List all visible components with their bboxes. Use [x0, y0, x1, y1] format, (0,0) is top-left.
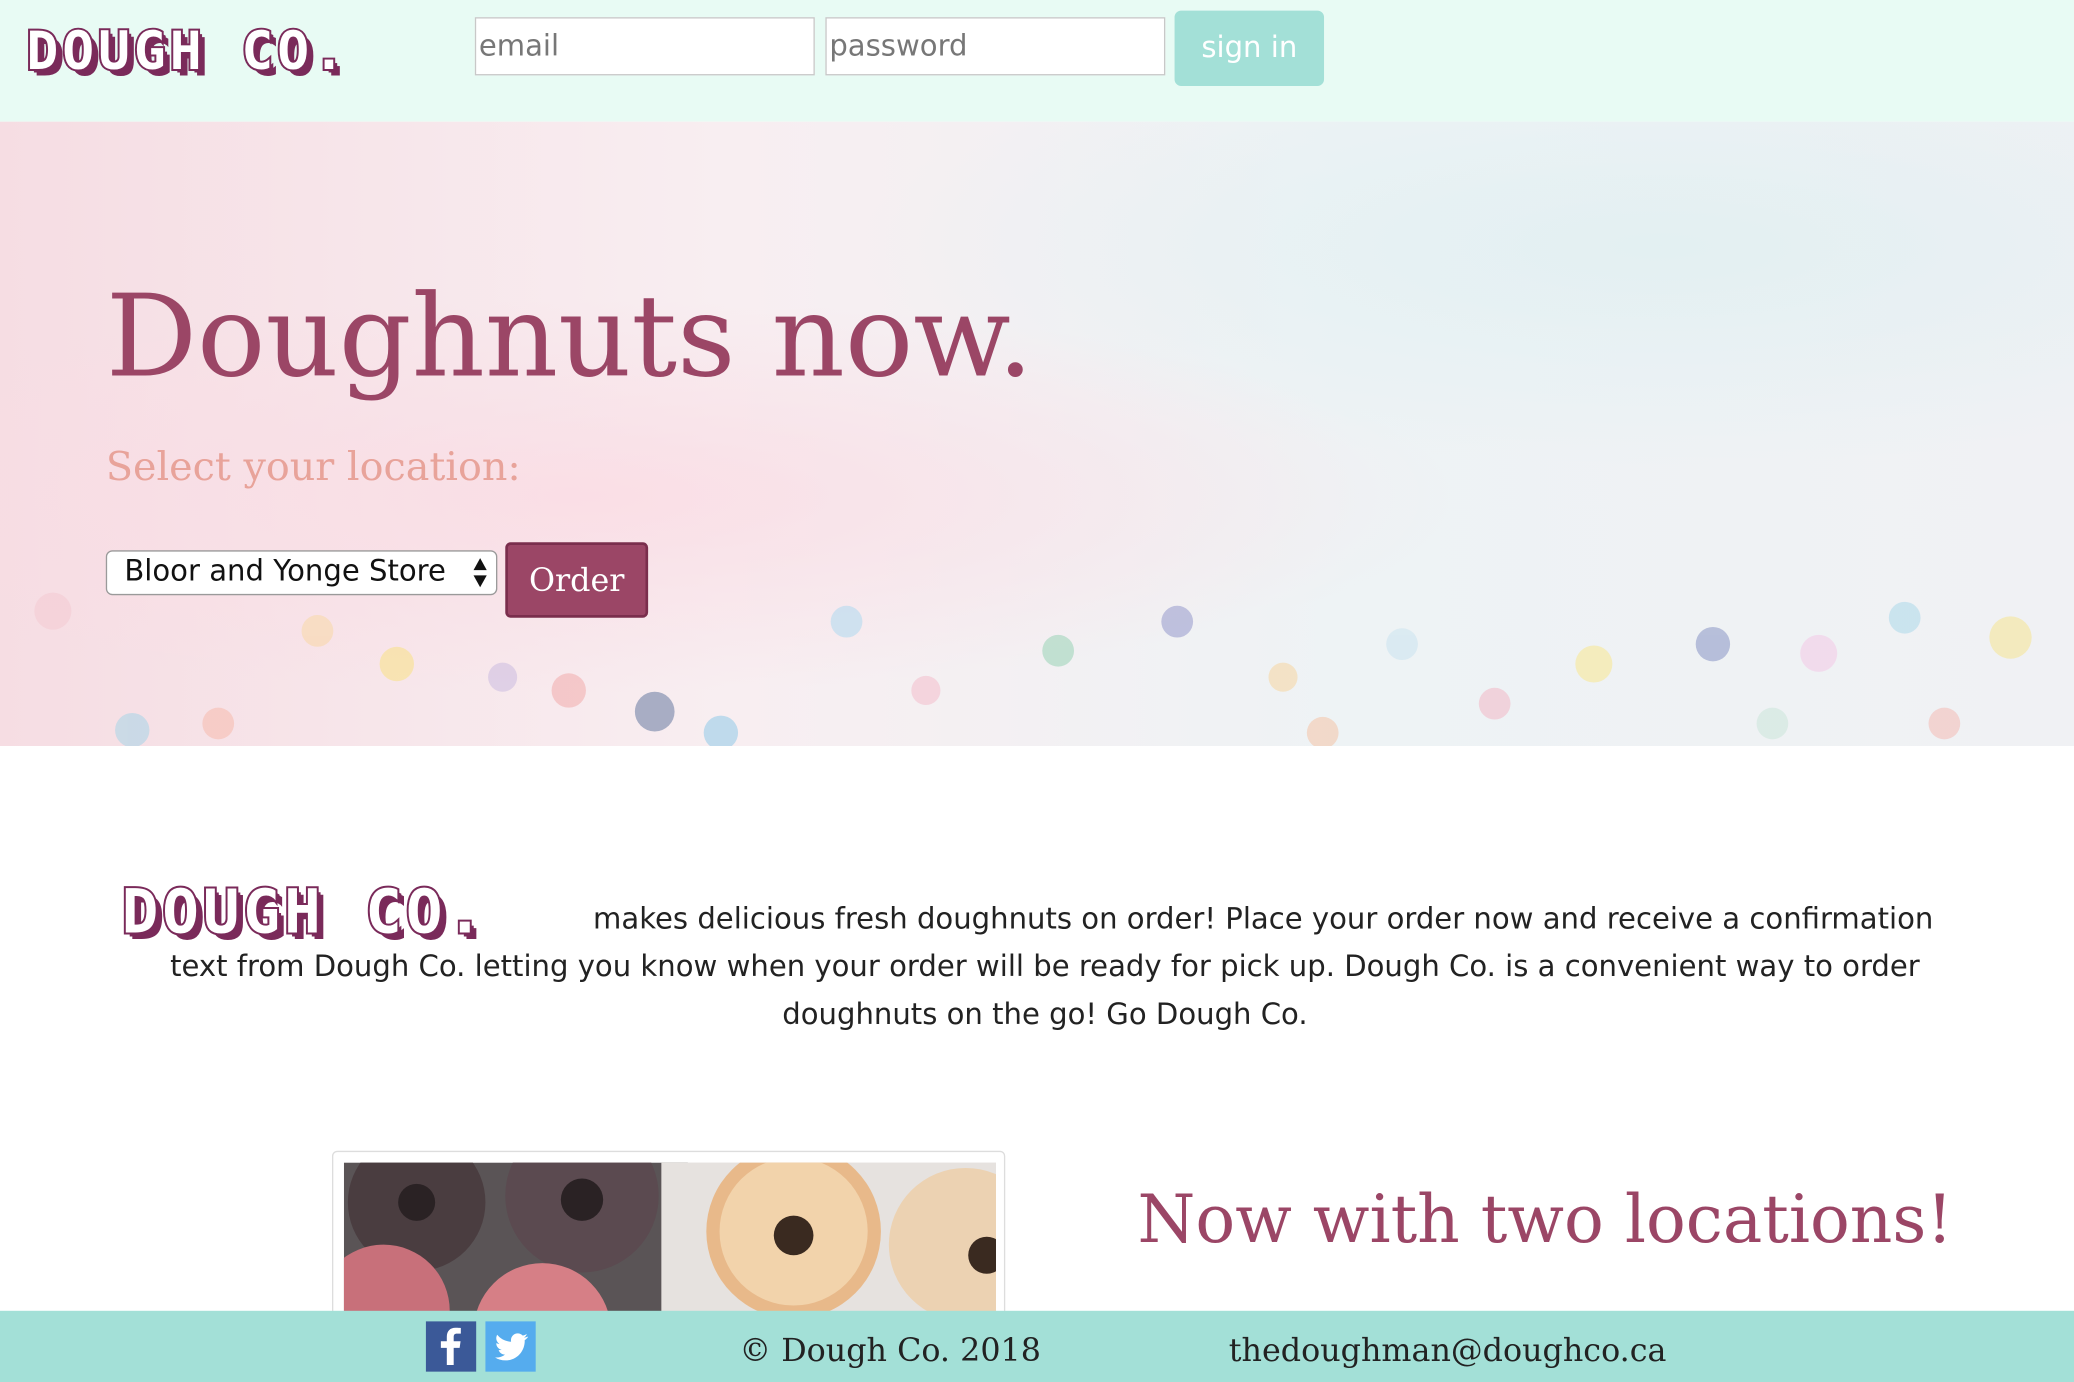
password-input[interactable] [825, 17, 1166, 76]
sign-in-button[interactable]: sign in [1174, 10, 1325, 86]
location-select-value: Bloor and Yonge Store [124, 555, 446, 589]
facebook-link[interactable] [425, 1321, 477, 1372]
contact-email-link[interactable]: thedoughman@doughco.ca [1229, 1321, 1667, 1379]
site-header: DOUGH CO. sign in [0, 0, 2074, 122]
copyright-text: © Dough Co. 2018 [739, 1331, 1041, 1369]
about-text: makes delicious fresh doughnuts on order… [132, 897, 1957, 1040]
twitter-link[interactable] [485, 1321, 536, 1372]
email-input[interactable] [474, 17, 815, 76]
order-button[interactable]: Order [505, 542, 649, 618]
hero-banner: Doughnuts now. Select your location: Blo… [0, 121, 2074, 747]
about-body: makes delicious fresh doughnuts on order… [170, 903, 1934, 1032]
doughnuts-image [343, 1162, 996, 1327]
doughnut-photo [331, 1150, 1006, 1336]
location-select[interactable]: Bloor and Yonge Store [105, 550, 498, 596]
site-footer: © Dough Co. 2018 thedoughman@doughco.ca [0, 1310, 2074, 1382]
facebook-icon [440, 1327, 461, 1366]
sprinkles-background-image [34, 592, 2032, 747]
select-arrows-icon [473, 558, 487, 588]
locations-heading: Now with two locations! [1137, 1181, 1953, 1258]
header-logo[interactable]: DOUGH CO. [24, 19, 348, 84]
twitter-icon [494, 1333, 529, 1361]
location-prompt: Select your location: [105, 444, 521, 491]
hero-title: Doughnuts now. [105, 271, 1034, 404]
